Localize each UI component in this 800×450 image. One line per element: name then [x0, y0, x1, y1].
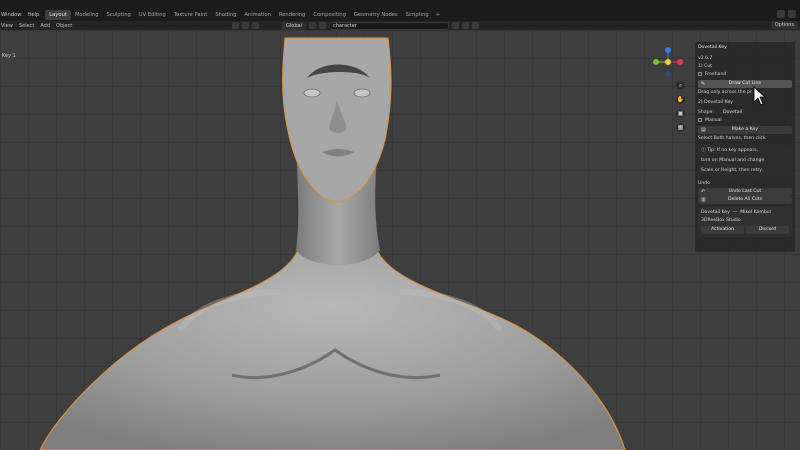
manual-check-icon: [698, 117, 702, 122]
delete-all-cuts-button[interactable]: ▥ Delete All Cuts: [698, 196, 792, 204]
make-key-label: Make a Key: [731, 127, 759, 132]
undo-section-label: Undo: [698, 181, 711, 186]
menu-add[interactable]: Add: [40, 23, 50, 29]
grid-icon[interactable]: ▦: [676, 123, 685, 132]
scene-icon[interactable]: [777, 10, 785, 18]
pencil-icon: ✎: [701, 81, 706, 87]
tip-box: ⓘ Tip: If no key appears, turn on Manual…: [698, 145, 792, 177]
cut-hint: Drag only across the pr...: [698, 90, 756, 95]
right-eye: [353, 88, 371, 98]
camera-icon[interactable]: ▣: [676, 109, 685, 118]
undo-last-cut-label: Undo Last Cut: [728, 189, 762, 194]
workspace-tab[interactable]: Rendering: [275, 10, 310, 20]
key-icon: ▤: [701, 127, 706, 133]
header-center-tools: Global character: [232, 21, 479, 30]
trash-icon: ▥: [701, 197, 706, 203]
workspace-tab[interactable]: Animation: [240, 10, 274, 20]
view-layer-icon[interactable]: [788, 10, 796, 18]
draw-cut-line-button[interactable]: ✎ Draw Cut Line: [698, 80, 792, 88]
top-right-controls: [777, 10, 796, 18]
orientation-dropdown[interactable]: Global: [282, 21, 306, 30]
workspace-tab[interactable]: Layout: [45, 10, 71, 20]
viewport-nav-buttons: ⌕ ✋ ▣ ▦: [676, 81, 685, 132]
left-eye: [303, 88, 321, 98]
navigation-gizmo[interactable]: [650, 44, 686, 80]
dovetail-key-panel: Dovetail Key v2.6.7 1) Cut Freehand ✎ Dra…: [695, 42, 795, 252]
workspace-tab[interactable]: Modeling: [71, 10, 103, 20]
workspace-tab[interactable]: Geometry Nodes: [350, 10, 402, 20]
key-hint: Select Both halves, then click: [698, 136, 766, 141]
workspace-tab[interactable]: UV Editing: [135, 10, 170, 20]
workspace-tab[interactable]: Shading: [211, 10, 240, 20]
menu-object[interactable]: Object: [56, 23, 72, 29]
top-menu: Window Help: [0, 12, 39, 18]
footer-author: Mikel Kambor: [740, 210, 772, 215]
footer-title: Dovetail Key: [701, 210, 730, 215]
workspace-tab[interactable]: Sculpting: [103, 10, 135, 20]
collection-icon[interactable]: [252, 22, 259, 29]
freehand-label: Freehand: [705, 72, 727, 77]
proportional-icon[interactable]: [318, 22, 326, 29]
options-button[interactable]: Options: [770, 21, 798, 29]
delete-all-cuts-label: Delete All Cuts: [727, 197, 763, 202]
footer-box: Dovetail Key — Mikel Kambor 3DReeBox Stu…: [698, 207, 792, 237]
footer-title-row: Dovetail Key — Mikel Kambor: [701, 210, 772, 215]
footer-buttons: Activation Discord: [701, 225, 789, 235]
panel-title: Dovetail Key: [698, 45, 727, 50]
version-label: v2.6.7: [698, 56, 713, 61]
workspace-bar: Window Help Layout Modeling Sculpting UV Edi…: [0, 9, 800, 21]
discord-button[interactable]: Discord: [746, 226, 789, 234]
tip-line-3: Scale or Height, then retry.: [701, 168, 763, 173]
viewport-header: View Select Add Object Global character …: [0, 21, 800, 30]
tip-line-2: turn on Manual and change: [701, 158, 765, 163]
manual-label: Manual: [705, 118, 722, 123]
freehand-check-icon: [698, 71, 702, 76]
menu-view[interactable]: View: [1, 23, 13, 29]
top-menu-item[interactable]: Help: [27, 12, 39, 18]
footer-studio: 3DReeBox Studio: [701, 218, 741, 223]
workspace-tab[interactable]: Compositing: [309, 10, 350, 20]
funnel-icon[interactable]: [471, 22, 479, 29]
freehand-checkbox[interactable]: Freehand: [698, 71, 792, 79]
filter-icon[interactable]: [451, 22, 459, 29]
shape-field: Shape: Dovetail: [698, 108, 792, 116]
section-key-label: 2) Dovetail Key: [698, 100, 734, 105]
snap-icon[interactable]: [232, 22, 239, 29]
tip-line-1: ⓘ Tip: If no key appears,: [701, 146, 789, 156]
visibility-icon[interactable]: [461, 22, 469, 29]
mouse-cursor-icon: [753, 86, 765, 106]
workspace-tabs: Layout Modeling Sculpting UV Editing Texture…: [45, 10, 443, 20]
workspace-tab[interactable]: Texture Paint: [170, 10, 211, 20]
manual-checkbox[interactable]: Manual: [698, 117, 792, 125]
pan-hand-icon[interactable]: ✋: [676, 95, 685, 104]
menu-select[interactable]: Select: [19, 23, 34, 29]
zoom-icon[interactable]: ⌕: [676, 81, 685, 90]
section-cut-label: 1) Cut: [698, 64, 713, 69]
add-workspace-button[interactable]: +: [433, 10, 443, 20]
shape-label: Shape:: [698, 109, 714, 115]
workspace-tab[interactable]: Scripting: [402, 10, 433, 20]
object-icon[interactable]: [242, 22, 249, 29]
top-menu-item[interactable]: Window: [1, 12, 21, 18]
undo-icon: ↶: [701, 189, 706, 195]
search-input[interactable]: character: [328, 21, 449, 30]
tip-text-1: Tip: If no key appears,: [707, 148, 759, 153]
activation-button[interactable]: Activation: [701, 226, 744, 234]
3d-viewport[interactable]: Key 1 ⌕ ✋ ▣ ▦: [0, 30, 800, 450]
make-key-button[interactable]: ▤ Make a Key: [698, 126, 792, 134]
pivot-icon[interactable]: [308, 22, 316, 29]
shape-dropdown[interactable]: Dovetail: [720, 108, 792, 116]
undo-last-cut-button[interactable]: ↶ Undo Last Cut: [698, 188, 792, 196]
